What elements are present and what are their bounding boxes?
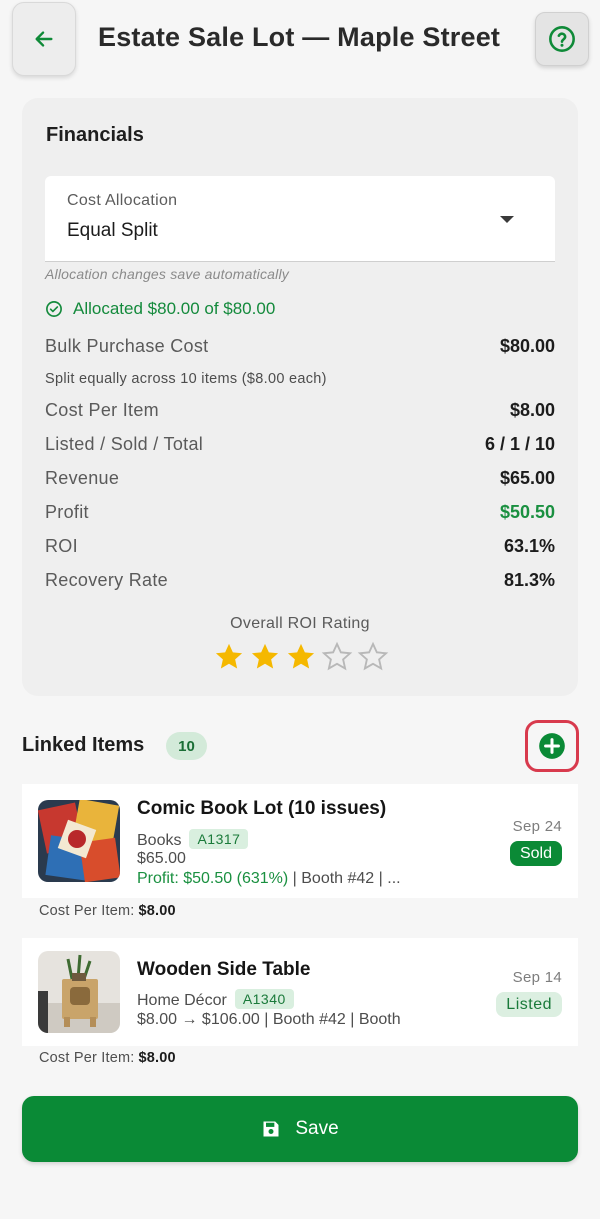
back-button[interactable] [12, 2, 76, 76]
split-note: Split equally across 10 items ($8.00 eac… [45, 371, 327, 387]
cpi-label: Cost Per Item: [39, 903, 135, 919]
linked-items-count-badge: 10 [166, 732, 207, 760]
star-filled-icon [215, 643, 243, 669]
star-empty-icon [321, 641, 353, 671]
sku-badge: A1340 [234, 989, 294, 1009]
item-thumbnail [38, 800, 120, 882]
financials-card: Financials Cost Allocation Equal Split A… [22, 98, 578, 696]
row-value: 81.3% [503, 570, 555, 590]
linked-items-title: Linked Items [22, 734, 145, 756]
row-value: 6 / 1 / 10 [484, 434, 555, 454]
item-category-line: Books A1317 [137, 829, 249, 850]
select-label: Cost Allocation [67, 192, 178, 209]
status-badge: Sold [509, 841, 562, 866]
star-filled-icon [287, 643, 315, 669]
item-profit: Profit: $50.50 (631%) [137, 870, 289, 887]
allocation-text: Allocated $80.00 of $80.00 [73, 299, 276, 318]
item-date: Sep 24 [512, 818, 562, 835]
row-revenue: Revenue $65.00 [45, 464, 555, 498]
cpi-label: Cost Per Item: [39, 1050, 135, 1066]
row-label: Listed / Sold / Total [45, 434, 204, 454]
select-value: Equal Split [67, 220, 158, 241]
row-value: $50.50 [499, 502, 555, 522]
add-linked-item-button[interactable] [525, 720, 579, 772]
item-price-line: $8.00 → $106.00 | Booth #42 | Booth [137, 1011, 401, 1028]
row-value: $80.00 [499, 336, 555, 356]
item-category-line: Home Décor A1340 [137, 989, 294, 1010]
financial-rows: Bulk Purchase Cost $80.00 Split equally … [45, 332, 555, 600]
help-circle-icon [549, 26, 575, 52]
item-price: $65.00 [137, 850, 186, 867]
cpi-value: $8.00 [138, 903, 176, 919]
plus-circle-icon [539, 733, 565, 759]
row-label: ROI [45, 536, 78, 556]
item-title: Wooden Side Table [137, 959, 311, 980]
roi-rating-label: Overall ROI Rating [230, 615, 370, 632]
status-badge: Listed [496, 992, 562, 1017]
row-value: $65.00 [499, 468, 555, 488]
item-profit-line: Profit: $50.50 (631%) | Booth #42 | ... [137, 870, 401, 888]
floppy-disk-icon [263, 1121, 279, 1137]
item-category: Books [137, 832, 182, 849]
allocation-status: Allocated $80.00 of $80.00 [45, 298, 275, 320]
row-label: Recovery Rate [45, 570, 168, 590]
row-value: $8.00 [509, 400, 555, 420]
row-bulk-purchase-cost: Bulk Purchase Cost $80.00 [45, 332, 555, 366]
row-roi: ROI 63.1% [45, 532, 555, 566]
item-details: | Booth #42 | ... [288, 870, 401, 887]
star-filled-icon [251, 643, 279, 669]
star-empty-icon [357, 641, 389, 671]
autosave-helper-text: Allocation changes save automatically [45, 266, 289, 282]
row-profit: Profit $50.50 [45, 498, 555, 532]
roi-rating-stars [213, 641, 389, 673]
cost-allocation-select[interactable]: Cost Allocation Equal Split [45, 176, 555, 262]
row-split-note: Split equally across 10 items ($8.00 eac… [45, 366, 555, 396]
linked-item-card[interactable]: Wooden Side Table Home Décor A1340 $8.00 … [22, 938, 578, 1046]
row-recovery-rate: Recovery Rate 81.3% [45, 566, 555, 600]
financials-title: Financials [46, 124, 144, 146]
item-thumbnail [38, 951, 120, 1033]
linked-item-card[interactable]: Comic Book Lot (10 issues) Books A1317 $6… [22, 784, 578, 898]
top-bar: Estate Sale Lot — Maple Street [0, 0, 600, 80]
row-label: Bulk Purchase Cost [45, 336, 209, 356]
comic-books-image [38, 800, 120, 882]
row-listed-sold-total: Listed / Sold / Total 6 / 1 / 10 [45, 430, 555, 464]
cpi-value: $8.00 [138, 1050, 176, 1066]
row-label: Profit [45, 502, 89, 522]
save-label: Save [295, 1118, 339, 1139]
row-label: Cost Per Item [45, 400, 159, 420]
row-cost-per-item: Cost Per Item $8.00 [45, 396, 555, 430]
save-button[interactable]: Save [22, 1096, 578, 1162]
sku-badge: A1317 [189, 829, 249, 849]
help-button[interactable] [535, 12, 589, 66]
row-value: 63.1% [503, 536, 555, 556]
item-category: Home Décor [137, 992, 227, 1009]
item-cost-per-item: Cost Per Item: $8.00 [39, 1050, 176, 1066]
item-title: Comic Book Lot (10 issues) [137, 798, 387, 819]
caret-down-icon [500, 216, 514, 223]
item-date: Sep 14 [512, 969, 562, 986]
arrow-left-icon [35, 31, 53, 47]
side-table-image [38, 951, 120, 1033]
item-cost-per-item: Cost Per Item: $8.00 [39, 903, 176, 919]
row-label: Revenue [45, 468, 120, 488]
page-title: Estate Sale Lot — Maple Street [98, 22, 501, 52]
check-circle-icon [46, 301, 62, 317]
